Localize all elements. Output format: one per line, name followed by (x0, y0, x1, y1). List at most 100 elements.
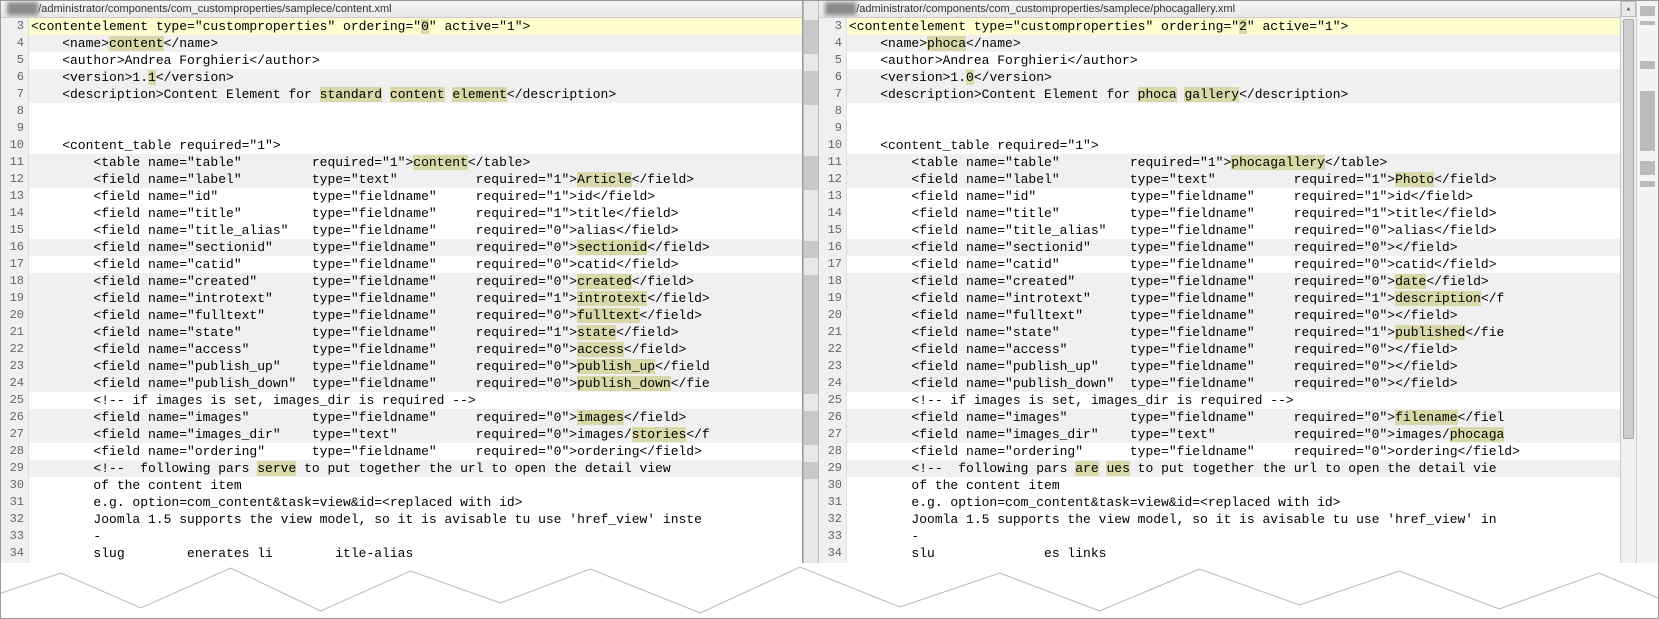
code-line[interactable]: <field name="title" type="fieldname" req… (29, 205, 802, 222)
code-line[interactable]: <field name="publish_down" type="fieldna… (29, 375, 802, 392)
code-line[interactable]: <field name="images_dir" type="text" req… (847, 426, 1620, 443)
diff-connector-strip (803, 1, 819, 618)
code-line[interactable]: <!-- if images is set, images_dir is req… (29, 392, 802, 409)
code-line[interactable] (29, 120, 802, 137)
code-line[interactable]: <field name="publish_down" type="fieldna… (847, 375, 1620, 392)
code-line[interactable]: <field name="access" type="fieldname" re… (847, 341, 1620, 358)
line-number: 34 (1, 545, 24, 562)
code-line[interactable]: of the content item (847, 477, 1620, 494)
right-code-area[interactable]: 3456789101112131415161718192021222324252… (819, 18, 1620, 618)
code-line[interactable]: <table name="table" required="1">phocaga… (847, 154, 1620, 171)
code-line[interactable]: <contentelement type="customproperties" … (847, 18, 1620, 35)
code-line[interactable]: <author>Andrea Forghieri</author> (847, 52, 1620, 69)
code-line[interactable]: <field name="publish_up" type="fieldname… (847, 358, 1620, 375)
code-line[interactable]: <!-- following pars serve to put togethe… (29, 460, 802, 477)
code-line[interactable]: slug enerates li itle-alias (29, 545, 802, 562)
scroll-down-button[interactable]: ▾ (1621, 602, 1636, 618)
diff-word: content (390, 87, 445, 102)
vertical-scrollbar[interactable]: ▴ ▾ (1620, 1, 1636, 618)
code-line[interactable]: <field name="label" type="text" required… (847, 171, 1620, 188)
code-line[interactable]: <field name="title_alias" type="fieldnam… (847, 222, 1620, 239)
code-line[interactable]: <field name="introtext" type="fieldname"… (29, 290, 802, 307)
code-line[interactable]: <content_table required="1"> (847, 137, 1620, 154)
diff-connector (804, 479, 818, 496)
right-lines[interactable]: <contentelement type="customproperties" … (847, 18, 1620, 618)
code-line[interactable] (847, 120, 1620, 137)
code-line[interactable]: <version>1.1</version> (29, 69, 802, 86)
code-line[interactable]: <!-- following pars are ues to put toget… (847, 460, 1620, 477)
overview-mark[interactable] (1640, 181, 1655, 187)
code-line[interactable]: of the content item (29, 477, 802, 494)
code-line[interactable]: <field name="access" type="fieldname" re… (29, 341, 802, 358)
overview-mark[interactable] (1640, 21, 1655, 25)
line-number: 12 (819, 171, 842, 188)
line-number: 16 (819, 239, 842, 256)
code-line[interactable] (847, 103, 1620, 120)
diff-word: sectionid (577, 240, 647, 255)
code-line[interactable]: <field name="ordering" type="fieldname" … (847, 443, 1620, 460)
overview-mark[interactable] (1640, 161, 1655, 175)
code-line[interactable]: <field name="created" type="fieldname" r… (29, 273, 802, 290)
diff-word: are (1075, 461, 1098, 476)
diff-connector (804, 445, 818, 462)
diff-word: standard (320, 87, 382, 102)
code-line[interactable]: <content_table required="1"> (29, 137, 802, 154)
overview-mark[interactable] (1640, 91, 1655, 151)
code-line[interactable]: <field name="title" type="fieldname" req… (847, 205, 1620, 222)
code-line[interactable]: <field name="images" type="fieldname" re… (847, 409, 1620, 426)
code-line[interactable]: <field name="ordering" type="fieldname" … (29, 443, 802, 460)
left-code-area[interactable]: 3456789101112131415161718192021222324252… (1, 18, 802, 618)
code-line[interactable]: <table name="table" required="1">content… (29, 154, 802, 171)
code-line[interactable]: slu es links (847, 545, 1620, 562)
overview-mark[interactable] (1640, 61, 1655, 69)
line-number: 15 (1, 222, 24, 239)
diff-connector (804, 105, 818, 122)
code-line[interactable]: <field name="images" type="fieldname" re… (29, 409, 802, 426)
code-line[interactable]: <field name="state" type="fieldname" req… (29, 324, 802, 341)
left-lines[interactable]: <contentelement type="customproperties" … (29, 18, 802, 618)
overview-mark[interactable] (1640, 6, 1655, 16)
code-line[interactable]: - (29, 528, 802, 545)
code-line[interactable]: <field name="label" type="text" required… (29, 171, 802, 188)
code-line[interactable]: Joomla 1.5 supports the view model, so i… (29, 511, 802, 528)
scroll-thumb[interactable] (1623, 19, 1634, 439)
diff-overview-ruler[interactable] (1636, 1, 1658, 618)
diff-connector (804, 530, 818, 547)
code-line[interactable]: e.g. option=com_content&task=view&id=<re… (847, 494, 1620, 511)
code-line[interactable]: <field name="catid" type="fieldname" req… (29, 256, 802, 273)
line-number: 11 (819, 154, 842, 171)
code-line[interactable]: - (847, 528, 1620, 545)
code-line[interactable]: <!-- if images is set, images_dir is req… (847, 392, 1620, 409)
code-line[interactable]: <field name="sectionid" type="fieldname"… (847, 239, 1620, 256)
left-gutter: 3456789101112131415161718192021222324252… (1, 18, 29, 618)
code-line[interactable]: <field name="publish_up" type="fieldname… (29, 358, 802, 375)
code-line[interactable]: <field name="id" type="fieldname" requir… (29, 188, 802, 205)
code-line[interactable]: Joomla 1.5 supports the view model, so i… (847, 511, 1620, 528)
code-line[interactable]: <field name="id" type="fieldname" requir… (847, 188, 1620, 205)
code-line[interactable]: <field name="sectionid" type="fieldname"… (29, 239, 802, 256)
code-line[interactable]: <author>Andrea Forghieri</author> (29, 52, 802, 69)
diff-viewer: ████/administrator/components/com_custom… (0, 0, 1659, 619)
code-line[interactable]: <name>phoca</name> (847, 35, 1620, 52)
code-line[interactable]: <version>1.0</version> (847, 69, 1620, 86)
diff-connector (804, 241, 818, 258)
code-line[interactable]: <description>Content Element for standar… (29, 86, 802, 103)
code-line[interactable]: <field name="fulltext" type="fieldname" … (29, 307, 802, 324)
code-line[interactable]: <field name="introtext" type="fieldname"… (847, 290, 1620, 307)
code-line[interactable]: <field name="created" type="fieldname" r… (847, 273, 1620, 290)
scroll-up-button[interactable]: ▴ (1621, 1, 1636, 17)
code-line[interactable]: <name>content</name> (29, 35, 802, 52)
code-line[interactable]: <field name="images_dir" type="text" req… (29, 426, 802, 443)
code-line[interactable]: <field name="catid" type="fieldname" req… (847, 256, 1620, 273)
line-number: 7 (1, 86, 24, 103)
code-line[interactable]: <contentelement type="customproperties" … (29, 18, 802, 35)
diff-word: ues (1106, 461, 1129, 476)
diff-connector (804, 190, 818, 207)
code-line[interactable]: e.g. option=com_content&task=view&id=<re… (29, 494, 802, 511)
code-line[interactable]: <field name="state" type="fieldname" req… (847, 324, 1620, 341)
code-line[interactable]: <field name="fulltext" type="fieldname" … (847, 307, 1620, 324)
code-line[interactable]: <field name="title_alias" type="fieldnam… (29, 222, 802, 239)
code-line[interactable]: <description>Content Element for phoca g… (847, 86, 1620, 103)
code-line[interactable] (29, 103, 802, 120)
line-number: 5 (1, 52, 24, 69)
